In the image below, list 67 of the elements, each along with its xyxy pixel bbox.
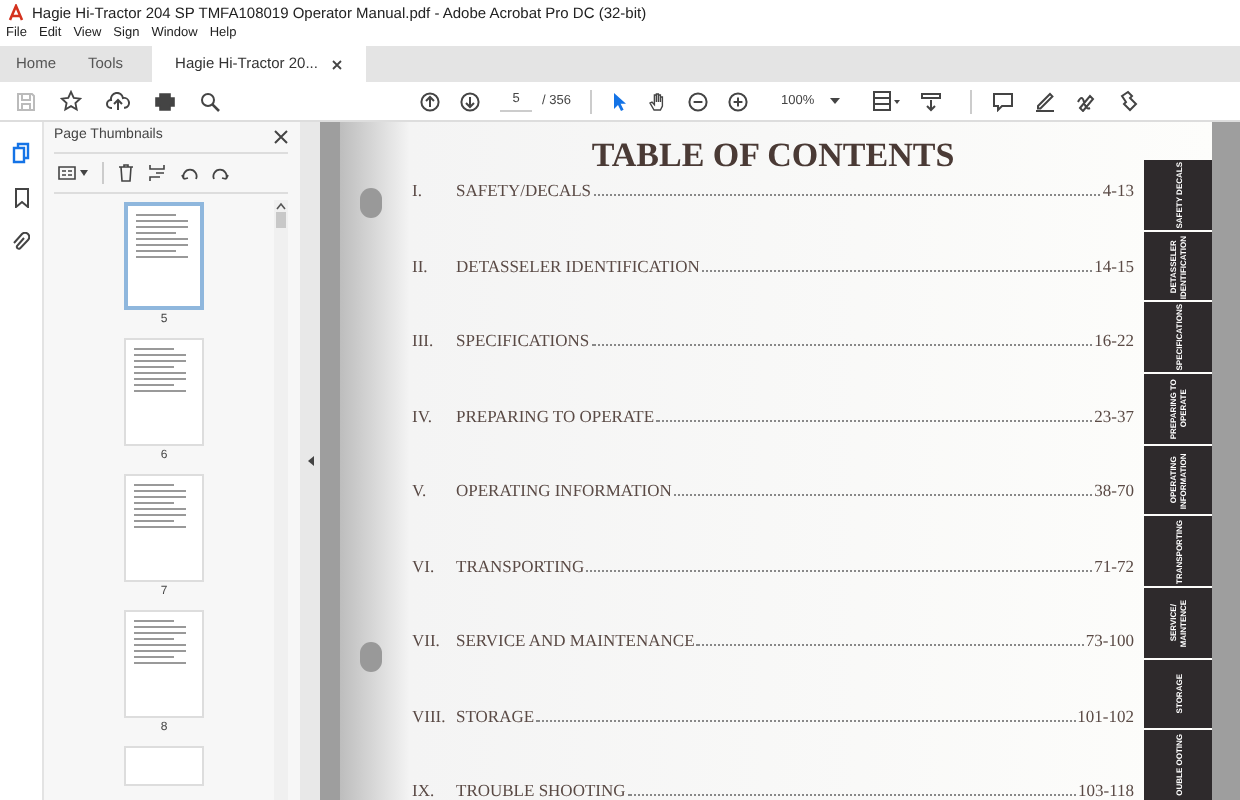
entry-pages: 16-22 [1094,330,1134,350]
page-thumbnail[interactable] [124,338,204,446]
entry-pages: 14-15 [1094,255,1134,275]
entry-pages: 38-70 [1094,480,1134,500]
entry-title: DETASSELER IDENTIFICATION [456,255,700,275]
insert-page-icon[interactable] [148,164,166,182]
hand-icon[interactable] [648,91,669,111]
entry-number: V. [412,480,429,500]
punch-hole [360,642,382,672]
entry-title: SERVICE AND MAINTENANCE [456,630,695,650]
page-thumbnail[interactable] [124,202,204,310]
entry-number: VI. [412,555,437,575]
entry-title: PREPARING TO OPERATE [456,405,655,425]
entry-number: III. [412,330,436,350]
trash-icon[interactable] [118,164,134,182]
pages-icon[interactable] [11,142,31,164]
close-icon[interactable] [331,59,342,69]
entry-number: IX. [412,780,437,800]
bookmark-icon[interactable] [13,188,29,208]
zoom-out-icon[interactable] [688,91,709,111]
scroll-up-icon[interactable] [276,202,286,210]
entry-number: IV. [412,405,434,425]
punch-hole [360,188,382,218]
page-thumbnail[interactable] [124,746,204,786]
next-page-icon[interactable] [460,91,480,111]
entry-pages: 4-13 [1102,180,1134,200]
entry-title: TRANSPORTING [456,555,585,575]
entry-title: SPECIFICATIONS [456,330,590,350]
previous-page-icon[interactable] [420,91,440,111]
rotate-right-icon[interactable] [212,164,230,182]
entry-title: OPERATING INFORMATION [456,480,672,500]
page-thumbnail[interactable] [124,474,204,582]
entry-title: SAFETY/DECALS [456,180,592,200]
pointer-icon[interactable] [612,91,629,111]
entry-number: VII. [412,630,442,650]
entry-pages: 23-37 [1094,405,1134,425]
collapse-panel-icon[interactable] [307,456,313,466]
document-heading: TABLE OF CONTENTS [589,136,957,176]
scroll-thumb[interactable] [276,212,286,228]
entry-title: TROUBLE SHOOTING [456,780,626,800]
sign-pen-icon[interactable] [1076,90,1099,112]
entry-number: II. [412,255,430,275]
star-icon[interactable] [60,90,82,112]
scroll-mode-icon[interactable] [920,91,943,111]
pdf-app-icon [8,4,24,22]
entry-pages: 73-100 [1085,630,1134,650]
comment-icon[interactable] [992,91,1015,111]
entry-pages: 71-72 [1094,555,1134,575]
zoom-in-icon[interactable] [728,91,749,111]
entry-number: VIII. [412,705,448,725]
page-fit-icon[interactable] [872,90,901,112]
pen-icon[interactable] [1034,90,1057,112]
entry-number: I. [412,180,424,200]
caret-icon [830,98,841,104]
entry-pages: 103-118 [1077,780,1134,800]
entry-pages: 101-102 [1077,705,1134,725]
page-thumbnail[interactable] [124,610,204,718]
caret-icon [80,170,88,176]
cloud-upload-icon[interactable] [106,91,130,111]
options-dropdown[interactable] [58,166,88,180]
paperclip-icon[interactable] [12,232,30,252]
thumbnail-options-icon [58,166,76,180]
rotate-left-icon[interactable] [180,164,198,182]
scrollbar[interactable] [274,200,288,800]
entry-title: STORAGE [456,705,535,725]
search-icon[interactable] [200,91,220,111]
close-icon[interactable] [274,130,288,144]
